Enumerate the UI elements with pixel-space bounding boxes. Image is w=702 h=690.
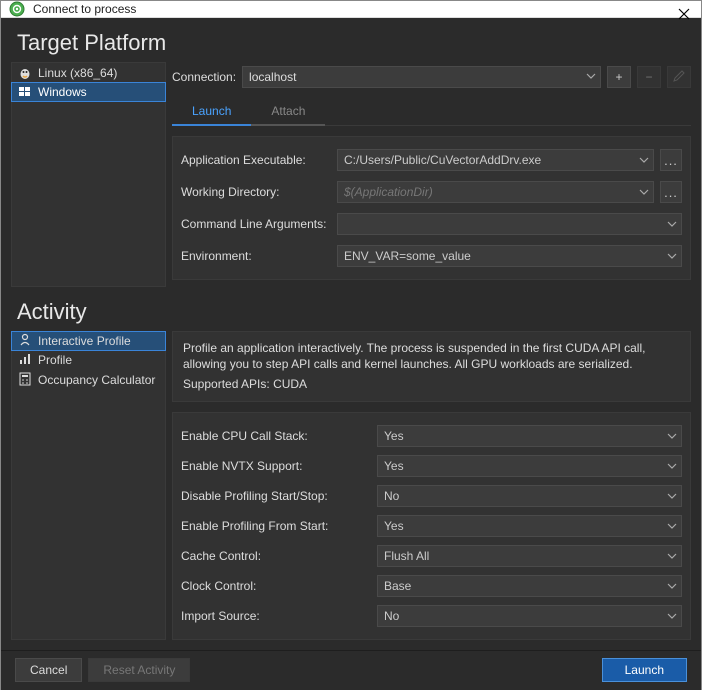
opt-clock-control-dropdown[interactable]: Base: [377, 575, 682, 597]
opt-clock-control-label: Clock Control:: [181, 579, 371, 593]
launch-form: Application Executable: C:/Users/Public/…: [172, 136, 691, 280]
remove-connection-button[interactable]: −: [637, 66, 661, 88]
opt-enable-from-start-dropdown[interactable]: Yes: [377, 515, 682, 537]
cancel-button[interactable]: Cancel: [15, 658, 82, 682]
app-exe-label: Application Executable:: [181, 153, 331, 167]
tab-launch[interactable]: Launch: [172, 98, 251, 126]
dialog-window: Connect to process Target Platform Linux…: [0, 0, 702, 690]
chevron-down-icon: [667, 251, 677, 261]
opt-import-source-label: Import Source:: [181, 609, 371, 623]
workdir-input[interactable]: $(ApplicationDir): [337, 181, 654, 203]
calculator-icon: [18, 372, 32, 389]
chevron-down-icon: [667, 581, 677, 591]
opt-enable-from-start-label: Enable Profiling From Start:: [181, 519, 371, 533]
profile-icon: [18, 333, 32, 350]
platform-item-linux[interactable]: Linux (x86_64): [12, 63, 165, 83]
app-icon: [9, 1, 25, 17]
chevron-down-icon: [639, 187, 649, 197]
add-connection-button[interactable]: +: [607, 66, 631, 88]
workdir-label: Working Directory:: [181, 185, 331, 199]
args-input[interactable]: [337, 213, 682, 235]
platform-label: Linux (x86_64): [38, 66, 117, 80]
chevron-down-icon: [586, 71, 596, 81]
dialog-body: Target Platform Linux (x86_64) Windows: [1, 18, 701, 690]
pencil-icon: [672, 69, 686, 86]
linux-icon: [18, 66, 32, 80]
activity-description: Profile an application interactively. Th…: [172, 331, 691, 402]
opt-cache-control-dropdown[interactable]: Flush All: [377, 545, 682, 567]
browse-dir-button[interactable]: ...: [660, 181, 682, 203]
opt-nvtx-dropdown[interactable]: Yes: [377, 455, 682, 477]
opt-cpu-call-stack-label: Enable CPU Call Stack:: [181, 429, 371, 443]
window-title: Connect to process: [33, 2, 136, 16]
app-exe-input[interactable]: C:/Users/Public/CuVectorAddDrv.exe: [337, 149, 654, 171]
activity-profile[interactable]: Profile: [12, 350, 165, 370]
env-label: Environment:: [181, 249, 331, 263]
activity-occupancy-calculator[interactable]: Occupancy Calculator: [12, 370, 165, 390]
titlebar: Connect to process: [1, 1, 701, 18]
options-panel: Enable CPU Call Stack: Yes Enable NVTX Su…: [172, 412, 691, 640]
edit-connection-button[interactable]: [667, 66, 691, 88]
connection-value: localhost: [249, 70, 296, 84]
chevron-down-icon: [667, 491, 677, 501]
chevron-down-icon: [667, 521, 677, 531]
chevron-down-icon: [667, 431, 677, 441]
opt-cpu-call-stack-dropdown[interactable]: Yes: [377, 425, 682, 447]
opt-disable-ss-dropdown[interactable]: No: [377, 485, 682, 507]
launch-attach-tabs: Launch Attach: [172, 98, 691, 126]
section-title-activity: Activity: [1, 287, 701, 331]
browse-exe-button[interactable]: ...: [660, 149, 682, 171]
button-bar: Cancel Reset Activity Launch: [1, 650, 701, 690]
reset-activity-button[interactable]: Reset Activity: [88, 658, 190, 682]
chart-icon: [18, 352, 32, 369]
chevron-down-icon: [667, 461, 677, 471]
platform-item-windows[interactable]: Windows: [11, 82, 166, 102]
connection-label: Connection:: [172, 70, 236, 84]
section-title-platform: Target Platform: [1, 18, 701, 62]
close-icon[interactable]: [675, 7, 693, 23]
activity-list: Interactive Profile Profile Occupancy Ca…: [11, 331, 166, 640]
tab-attach[interactable]: Attach: [251, 98, 325, 126]
chevron-down-icon: [667, 219, 677, 229]
chevron-down-icon: [639, 155, 649, 165]
chevron-down-icon: [667, 551, 677, 561]
chevron-down-icon: [667, 611, 677, 621]
activity-interactive-profile[interactable]: Interactive Profile: [11, 331, 166, 351]
env-input[interactable]: ENV_VAR=some_value: [337, 245, 682, 267]
launch-button[interactable]: Launch: [602, 658, 687, 682]
opt-cache-control-label: Cache Control:: [181, 549, 371, 563]
windows-icon: [18, 85, 32, 99]
connection-dropdown[interactable]: localhost: [242, 66, 601, 88]
opt-disable-ss-label: Disable Profiling Start/Stop:: [181, 489, 371, 503]
platform-list: Linux (x86_64) Windows: [11, 62, 166, 287]
opt-import-source-dropdown[interactable]: No: [377, 605, 682, 627]
platform-label: Windows: [38, 85, 87, 99]
args-label: Command Line Arguments:: [181, 217, 331, 231]
opt-nvtx-label: Enable NVTX Support:: [181, 459, 371, 473]
